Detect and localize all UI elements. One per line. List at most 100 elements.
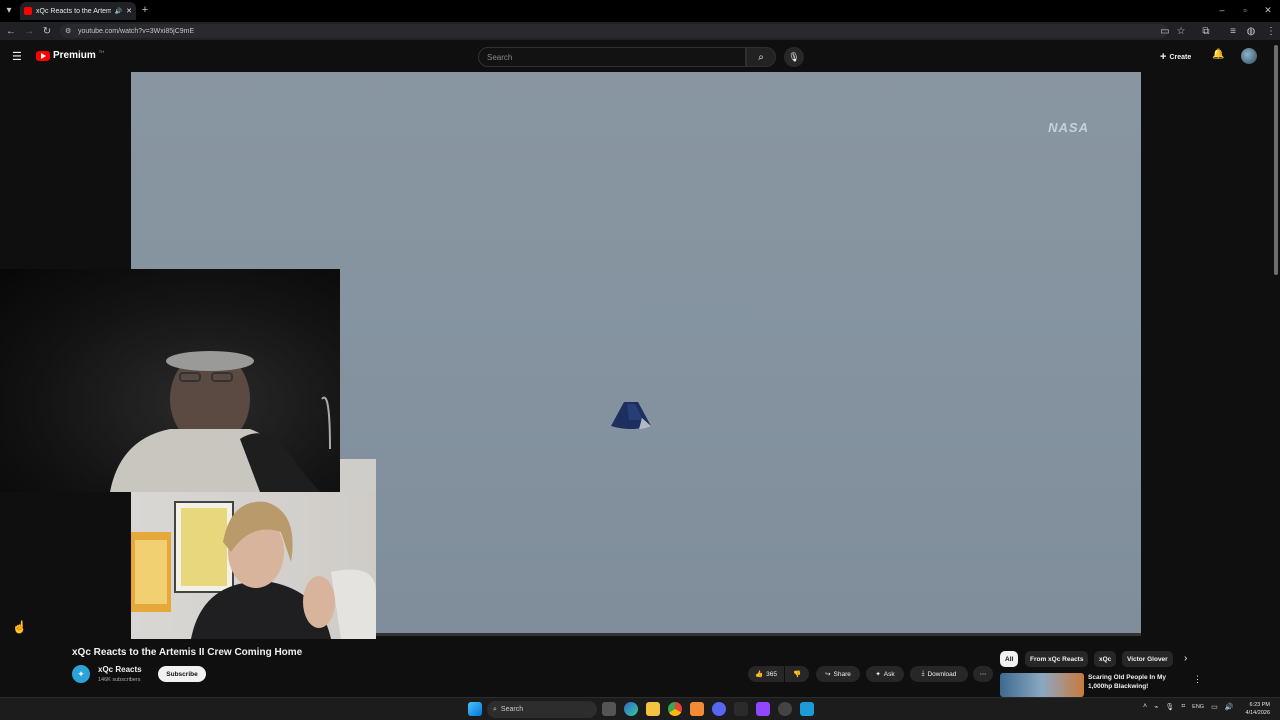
subscribe-button[interactable]: Subscribe xyxy=(158,666,206,682)
channel-logo-icon: ✦ xyxy=(77,668,85,679)
twitch-icon[interactable] xyxy=(756,702,770,716)
thumbs-down-icon: 👎 xyxy=(792,671,802,678)
volume-icon[interactable]: 🔊 xyxy=(1225,703,1234,711)
reload-icon[interactable]: ↻ xyxy=(40,24,54,38)
profile-icon[interactable]: ◍ xyxy=(1244,24,1258,38)
chips-next-chevron-icon[interactable]: › xyxy=(1184,653,1187,664)
ask-label: Ask xyxy=(883,670,895,678)
forward-arrow-icon[interactable]: → xyxy=(22,24,36,38)
app-blue-icon[interactable] xyxy=(800,702,814,716)
clock-date: 4/14/2026 xyxy=(1245,710,1270,716)
recommended-video-thumbnail[interactable] xyxy=(1000,673,1084,697)
channel-avatar[interactable]: ✦ xyxy=(72,665,90,683)
chip-victor-glover[interactable]: Victor Glover xyxy=(1122,651,1173,667)
chip-from-channel[interactable]: From xQc Reacts xyxy=(1025,651,1089,667)
browser-menu-icon[interactable]: ⋮ xyxy=(1264,24,1278,38)
search-button[interactable]: ⌕ xyxy=(746,47,776,67)
orion-capsule xyxy=(611,402,651,429)
cast-icon[interactable]: ▭ xyxy=(1158,24,1172,38)
like-count: 365 xyxy=(766,670,777,678)
notifications-bell-icon[interactable]: 🔔 xyxy=(1212,49,1224,60)
recommendation-menu-icon[interactable]: ⋮ xyxy=(1193,674,1202,685)
tab-menu-chevron-icon[interactable]: ▾ xyxy=(2,3,16,17)
extensions-icon[interactable]: ⧉ xyxy=(1199,24,1213,38)
create-label: Create xyxy=(1169,53,1192,61)
ask-button[interactable]: ✦ Ask xyxy=(866,666,904,682)
streamer-silhouette xyxy=(110,351,331,492)
system-tray: ˄ ⌁ 🎙 ⌗ ENG ▭ 🔊 xyxy=(1143,703,1233,711)
language-indicator[interactable]: ENG xyxy=(1192,704,1204,711)
task-view-icon[interactable] xyxy=(602,702,616,716)
download-button[interactable]: ⤓ Download xyxy=(910,666,968,682)
like-button[interactable]: 👍 365 xyxy=(748,666,784,682)
chrome-icon[interactable] xyxy=(668,702,682,716)
streamer-webcam-bottom xyxy=(131,492,376,639)
mic-tray-icon[interactable]: 🎙 xyxy=(1165,703,1174,711)
logo-text: Premium xyxy=(53,50,96,61)
tray-chevron-icon[interactable]: ˄ xyxy=(1143,703,1147,711)
share-button[interactable]: ↪ Share xyxy=(816,666,860,682)
tab-close-icon[interactable]: ✕ xyxy=(126,7,132,15)
tab-title: xQc Reacts to the Artemis I xyxy=(36,7,111,15)
account-avatar[interactable] xyxy=(1241,48,1257,64)
app-orange-icon[interactable] xyxy=(690,702,704,716)
browser-tab-bar: ▾ xQc Reacts to the Artemis I 🔊 ✕ + – ▫ … xyxy=(0,0,1280,22)
terminal-icon[interactable] xyxy=(734,702,748,716)
site-info-icon[interactable]: ⚙ xyxy=(65,27,71,35)
voice-search-button[interactable]: 🎙 xyxy=(784,47,804,67)
bookmark-star-icon[interactable]: ☆ xyxy=(1174,24,1188,38)
logo-country-code: TH xyxy=(98,49,105,54)
browser-tab[interactable]: xQc Reacts to the Artemis I 🔊 ✕ xyxy=(20,2,136,20)
clock-time: 6:23 PM xyxy=(1249,702,1270,708)
file-explorer-icon[interactable] xyxy=(646,702,660,716)
subscriber-count: 146K subscribers xyxy=(98,677,141,683)
display-icon[interactable]: ▭ xyxy=(1211,703,1218,711)
speaker-icon[interactable]: 🔊 xyxy=(115,8,122,15)
recommended-video-title[interactable]: Scaring Old People In My 1,000hp Blackwi… xyxy=(1088,673,1178,691)
browser-toolbar: ← → ↻ ⚙ youtube.com/watch?v=3Wxi85jC9mE … xyxy=(0,22,1280,40)
taskbar-search-icon: ⌕ xyxy=(493,705,497,713)
taskbar-search[interactable]: ⌕ Search xyxy=(487,701,597,718)
plus-icon: + xyxy=(1160,51,1167,63)
dislike-button[interactable]: 👎 xyxy=(785,666,809,682)
restore-icon[interactable]: ▫ xyxy=(1237,3,1253,17)
download-icon: ⤓ xyxy=(921,670,925,677)
discord-icon[interactable] xyxy=(712,702,726,716)
url-text: youtube.com/watch?v=3Wxi85jC9mE xyxy=(78,27,195,35)
mouse-pointer-hand-icon: ☝ xyxy=(12,620,27,634)
download-label: Download xyxy=(927,670,957,678)
youtube-header: ☰ Premium TH Search ⌕ 🎙 + Create 🔔 xyxy=(0,40,1280,72)
more-horizontal-icon: ⋯ xyxy=(979,671,987,678)
windows-taskbar: ⌕ Search ˄ ⌁ 🎙 ⌗ ENG ▭ 🔊 6:23 PM 4/14/20… xyxy=(0,697,1280,720)
url-bar[interactable]: ⚙ youtube.com/watch?v=3Wxi85jC9mE xyxy=(60,24,1168,38)
window-close-icon[interactable]: ✕ xyxy=(1260,3,1276,17)
streamer-two-silhouette xyxy=(131,501,376,639)
search-input[interactable]: Search xyxy=(478,47,746,67)
nasa-watermark: NASA xyxy=(1048,120,1089,135)
youtube-premium-logo[interactable]: Premium TH xyxy=(36,49,105,61)
microphone-icon: 🎙 xyxy=(788,51,800,62)
thumbs-up-icon: 👍 xyxy=(755,671,764,678)
youtube-favicon-icon xyxy=(24,7,32,15)
network-icon[interactable]: ⌁ xyxy=(1154,703,1158,711)
windows-start-icon[interactable] xyxy=(468,702,482,716)
taskbar-clock[interactable]: 6:23 PM 4/14/2026 xyxy=(1246,701,1270,717)
taskbar-search-label: Search xyxy=(500,706,524,713)
channel-name[interactable]: xQc Reacts xyxy=(98,665,142,674)
create-button[interactable]: + Create xyxy=(1160,49,1191,65)
search-placeholder: Search xyxy=(487,52,513,62)
edge-browser-icon[interactable] xyxy=(624,702,638,716)
chip-xqc[interactable]: xQc xyxy=(1094,651,1117,667)
media-icon[interactable]: ≡ xyxy=(1226,24,1240,38)
search-icon: ⌕ xyxy=(758,51,764,63)
page-scrollbar[interactable] xyxy=(1274,45,1278,275)
hamburger-menu-icon[interactable]: ☰ xyxy=(12,50,22,63)
back-arrow-icon[interactable]: ← xyxy=(4,24,18,38)
usb-icon[interactable]: ⌗ xyxy=(1181,703,1185,711)
new-tab-plus-icon[interactable]: + xyxy=(138,3,152,17)
obs-icon[interactable] xyxy=(778,702,792,716)
minimize-icon[interactable]: – xyxy=(1214,3,1230,17)
chip-all[interactable]: All xyxy=(1000,651,1019,667)
streamer-webcam-top xyxy=(0,269,340,492)
more-actions-button[interactable]: ⋯ xyxy=(973,666,993,682)
